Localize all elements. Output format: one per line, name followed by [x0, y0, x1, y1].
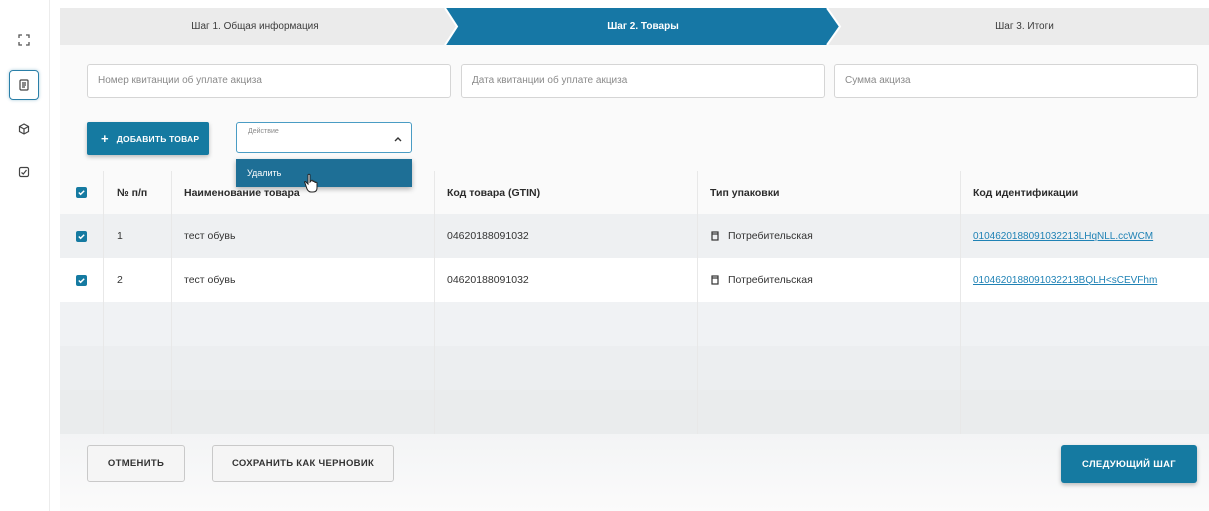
action-option-delete[interactable]: Удалить	[236, 159, 412, 187]
row-id-code-link[interactable]: 0104620188091032213LHqNLL.ccWCM	[973, 231, 1153, 242]
column-header-package[interactable]: Тип упаковки	[698, 171, 961, 214]
table-header: № п/п Наименование товара Код товара (GT…	[60, 171, 1209, 214]
receipt-number-field[interactable]: Номер квитанции об уплате акциза	[87, 64, 451, 98]
row-package: Потребительская	[728, 274, 813, 286]
items-table: № п/п Наименование товара Код товара (GT…	[60, 171, 1209, 434]
main-content: Шаг 1. Общая информация Шаг 2. Товары Ша…	[60, 8, 1209, 511]
row-checkbox[interactable]	[76, 274, 87, 286]
empty-row	[60, 302, 1209, 346]
column-header-number[interactable]: № п/п	[104, 171, 172, 214]
action-select[interactable]: Действие	[236, 122, 412, 153]
row-number: 2	[104, 258, 172, 302]
table-row[interactable]: 2 тест обувь 04620188091032 Потребительс…	[60, 258, 1209, 302]
hand-cursor-icon	[304, 173, 318, 193]
add-item-button[interactable]: + ДОБАВИТЬ ТОВАР	[87, 122, 209, 155]
column-header-gtin[interactable]: Код товара (GTIN)	[435, 171, 698, 214]
table-row[interactable]: 1 тест обувь 04620188091032 Потребительс…	[60, 214, 1209, 258]
row-name: тест обувь	[172, 214, 435, 258]
action-select-label: Действие	[248, 128, 279, 135]
row-id-code-link[interactable]: 0104620188091032213BQLH<sCEVFhm	[973, 275, 1157, 286]
step-3[interactable]: Шаг 3. Итоги	[840, 8, 1209, 45]
stepper: Шаг 1. Общая информация Шаг 2. Товары Ша…	[60, 8, 1209, 45]
document-icon[interactable]	[9, 70, 39, 100]
select-all-checkbox[interactable]	[76, 187, 87, 198]
step-2[interactable]: Шаг 2. Товары	[452, 8, 834, 45]
excise-amount-field[interactable]: Сумма акциза	[834, 64, 1198, 98]
cancel-button[interactable]: ОТМЕНИТЬ	[87, 445, 185, 482]
plus-icon: +	[101, 131, 109, 146]
expand-icon[interactable]	[9, 25, 39, 55]
chevron-up-icon	[394, 134, 402, 144]
footer-bar: ОТМЕНИТЬ СОХРАНИТЬ КАК ЧЕРНОВИК СЛЕДУЮЩИ…	[60, 434, 1209, 511]
row-name: тест обувь	[172, 258, 435, 302]
cube-icon[interactable]	[9, 114, 39, 144]
row-number: 1	[104, 214, 172, 258]
save-draft-button[interactable]: СОХРАНИТЬ КАК ЧЕРНОВИК	[212, 445, 394, 482]
empty-row	[60, 346, 1209, 390]
package-icon	[711, 231, 719, 241]
icon-rail	[0, 0, 50, 511]
row-package: Потребительская	[728, 230, 813, 242]
next-step-button[interactable]: СЛЕДУЮЩИЙ ШАГ	[1061, 445, 1197, 483]
row-gtin: 04620188091032	[435, 258, 698, 302]
add-item-label: ДОБАВИТЬ ТОВАР	[116, 133, 200, 144]
row-checkbox[interactable]	[76, 230, 87, 242]
column-header-id-code[interactable]: Код идентификации	[961, 171, 1209, 214]
package-icon	[711, 275, 719, 285]
checklist-icon[interactable]	[9, 157, 39, 187]
row-gtin: 04620188091032	[435, 214, 698, 258]
receipt-date-field[interactable]: Дата квитанции об уплате акциза	[461, 64, 825, 98]
empty-row	[60, 390, 1209, 434]
step-1[interactable]: Шаг 1. Общая информация	[60, 8, 450, 45]
